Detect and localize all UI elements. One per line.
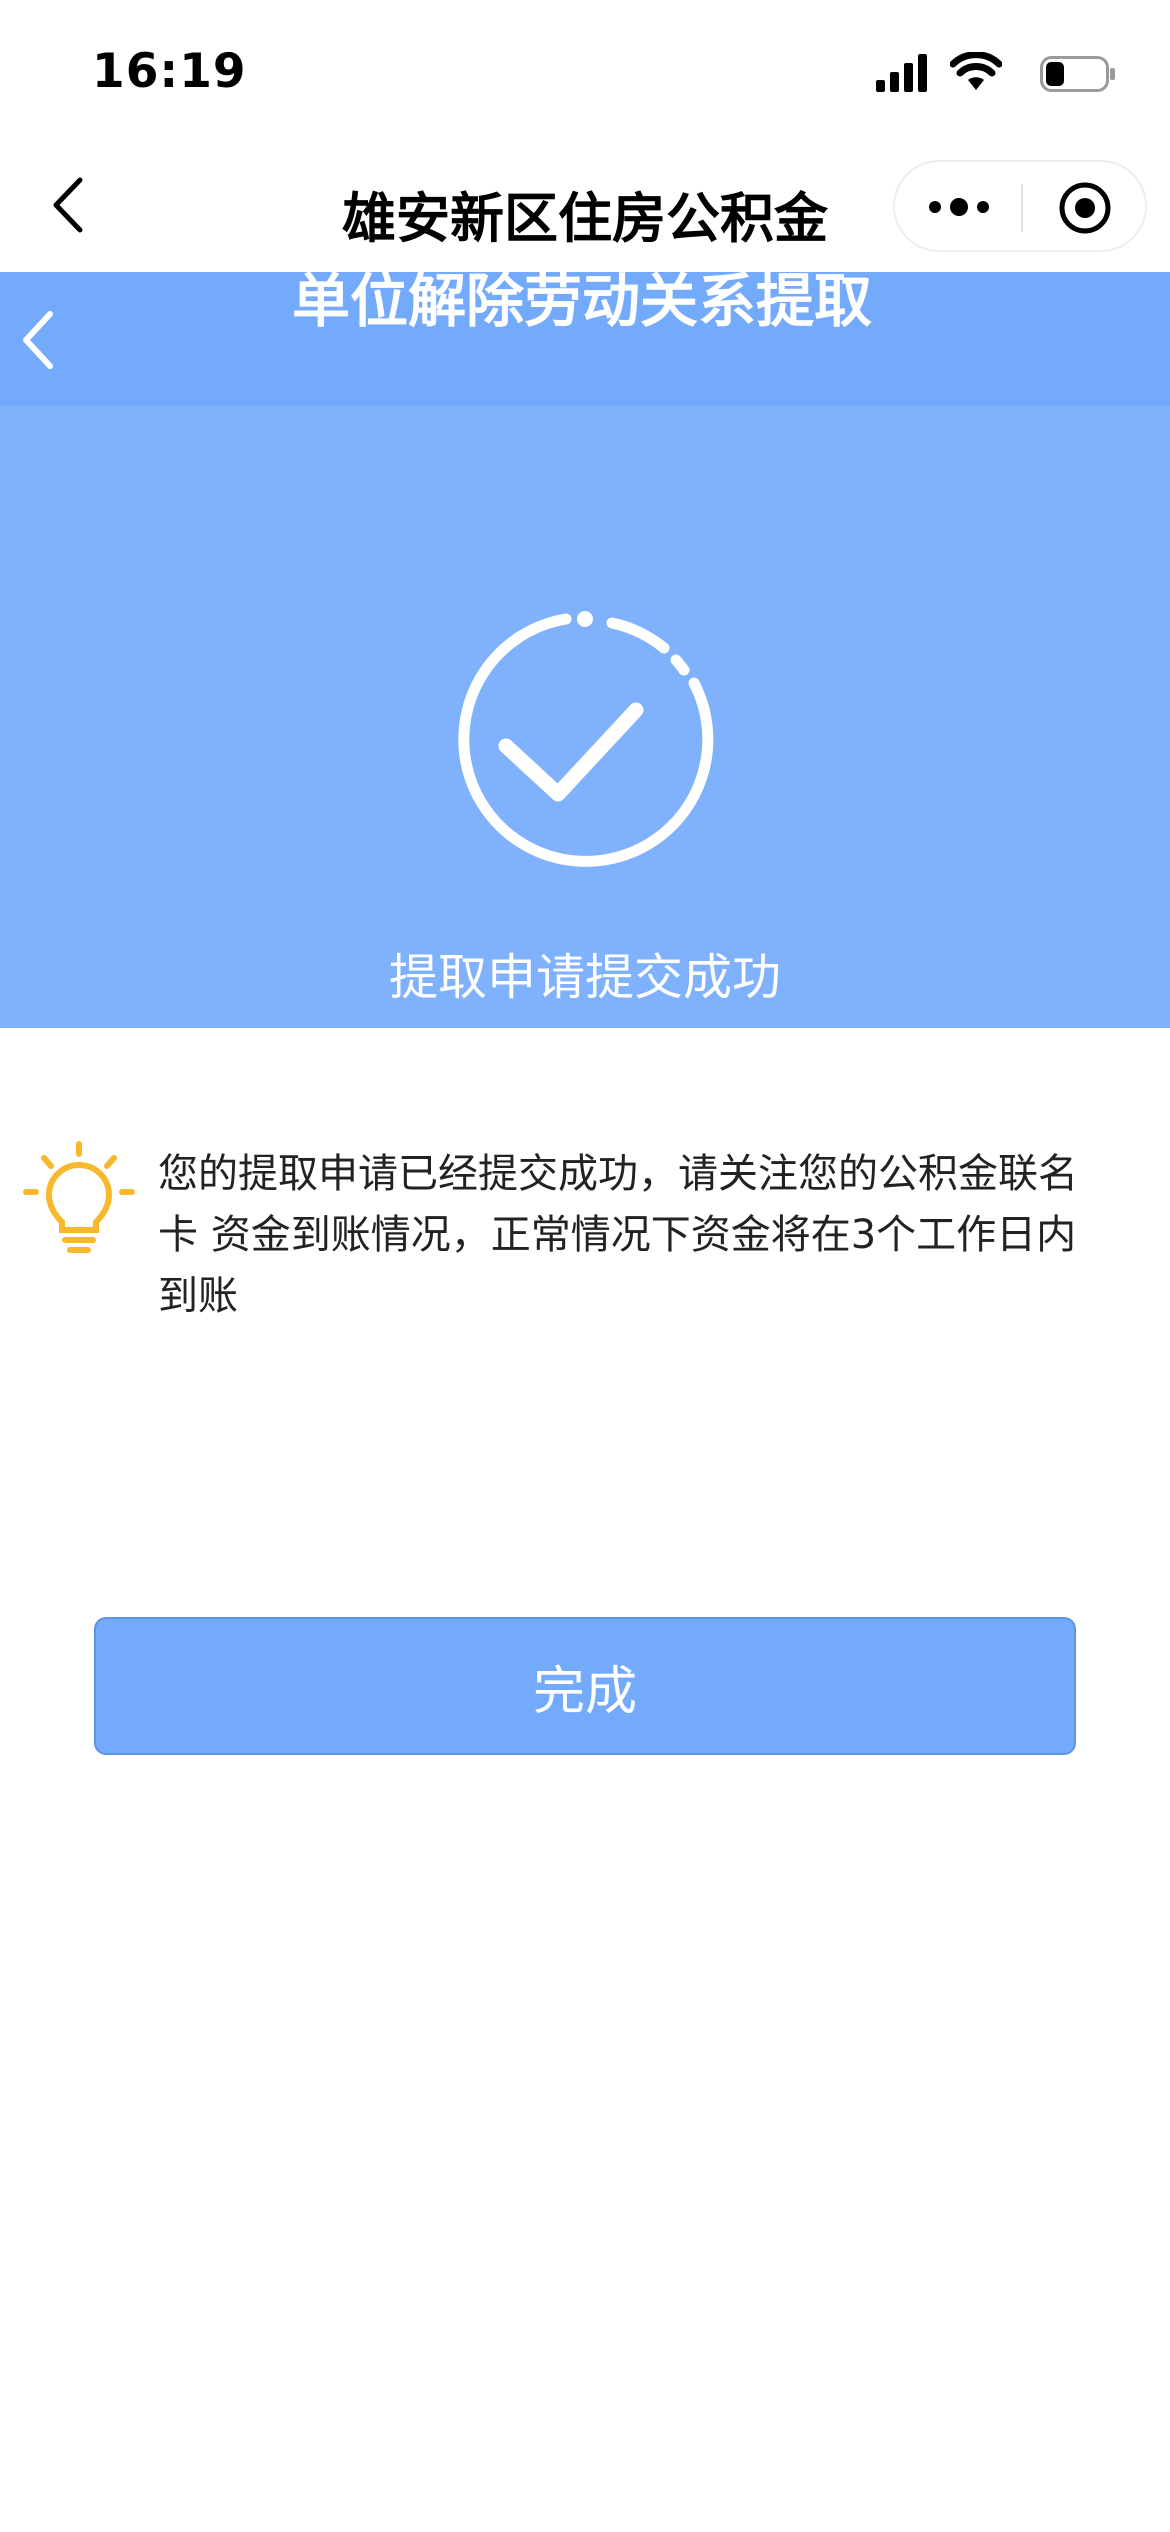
more-dots-icon[interactable]: [921, 182, 997, 232]
success-status-text: 提取申请提交成功: [388, 949, 781, 1006]
done-button[interactable]: 完成: [94, 1617, 1076, 1755]
mini-program-nav-bar: 雄安新区住房公积金: [0, 140, 1170, 272]
battery-icon: [1040, 56, 1115, 92]
status-bar: 16:19: [0, 0, 1170, 140]
lightbulb-icon: [23, 1141, 135, 1253]
target-close-icon[interactable]: [1055, 178, 1115, 238]
mini-program-capsule: [893, 160, 1147, 252]
page-header: 单位解除劳动关系提取: [0, 268, 1170, 406]
tip-message: 您的提取申请已经提交成功，请关注您的公积金联名卡 资金到账情况，正常情况下资金将…: [158, 1151, 1078, 1319]
chevron-left-icon[interactable]: [14, 302, 64, 378]
success-panel: 提取申请提交成功: [0, 406, 1170, 1028]
capsule-divider: [1021, 184, 1023, 232]
status-time: 16:19: [92, 44, 247, 99]
cellular-signal-icon: [876, 54, 927, 92]
page-title: 单位解除劳动关系提取: [292, 267, 873, 335]
wifi-icon: [950, 52, 1002, 90]
success-check-circle-icon: [458, 611, 714, 867]
screen: 16:19 雄安新区住房公积金 单位解除劳动关系提取 提取申请提交成功 您的提取…: [0, 0, 1170, 2532]
